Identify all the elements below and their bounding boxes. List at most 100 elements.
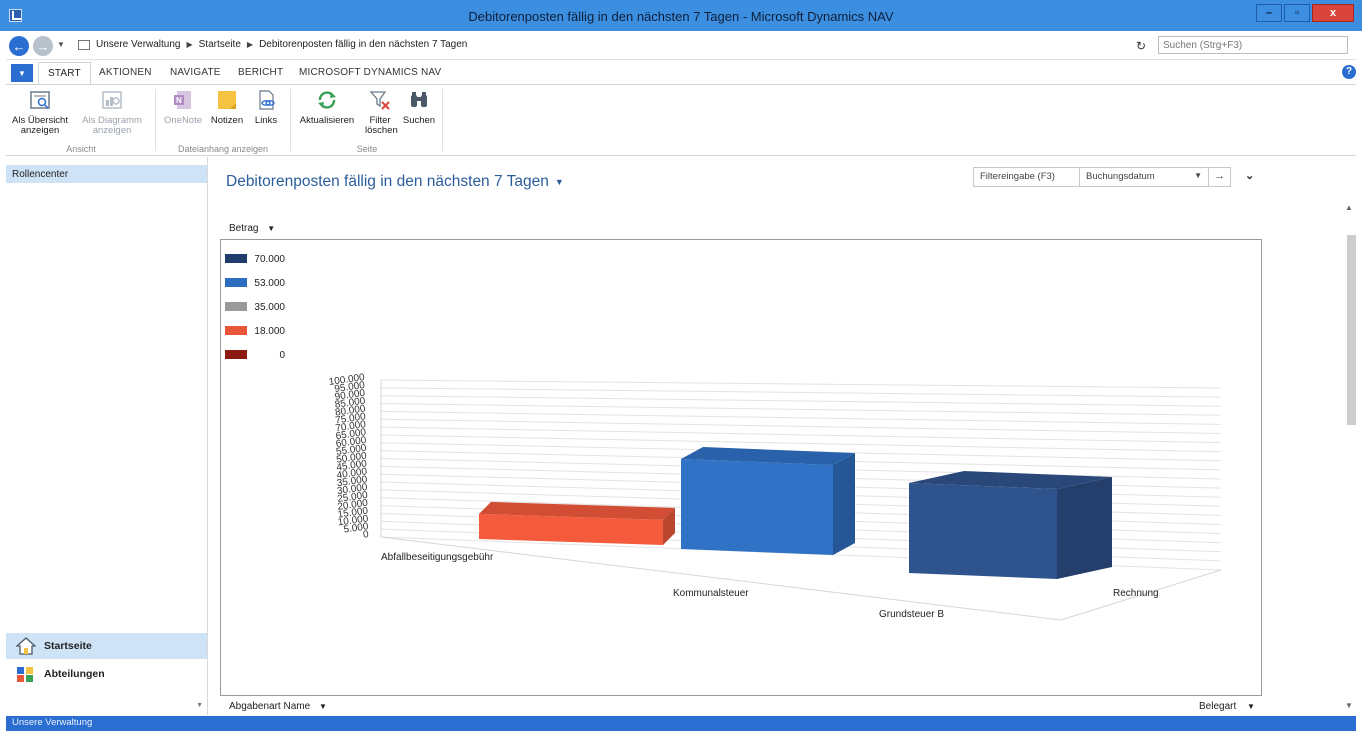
category-label: Grundsteuer B (879, 609, 944, 620)
measure-label: Betrag (229, 223, 259, 234)
category-label: Kommunalsteuer (673, 588, 749, 599)
measure-selector[interactable]: Betrag ▼ (229, 223, 275, 234)
back-arrow-icon[interactable]: ← (9, 36, 29, 56)
x-axis-field-selector[interactable]: Abgabenart Name ▼ (229, 701, 327, 712)
scroll-down-icon[interactable]: ▼ (1345, 701, 1353, 710)
navigation-pane: Rollencenter Startseite Abteilungen ▼ (6, 157, 208, 715)
history-dropdown-icon[interactable]: ▼ (57, 40, 65, 49)
chevron-down-icon[interactable]: ▼ (196, 702, 203, 709)
onenote-button[interactable]: N OneNote (160, 89, 206, 126)
clear-filter-button[interactable]: Filter löschen (360, 89, 400, 136)
scroll-up-icon[interactable]: ▲ (1345, 203, 1353, 212)
show-as-chart-button[interactable]: Als Diagramm anzeigen (74, 89, 150, 136)
breadcrumb-item[interactable]: Startseite (199, 39, 241, 50)
tab-aktionen[interactable]: AKTIONEN (90, 65, 161, 80)
gridline (380, 379, 1222, 389)
svg-text:N: N (176, 96, 182, 105)
search-label: Suchen (402, 115, 436, 126)
collapse-chevron-icon[interactable]: ⌄ (1245, 169, 1254, 182)
group-separator (290, 89, 291, 151)
tab-start[interactable]: START (38, 62, 91, 85)
refresh-icon[interactable]: ↻ (1136, 39, 1146, 53)
page-title-text: Debitorenposten fällig in den nächsten 7… (226, 173, 549, 190)
show-as-chart-label: Als Diagramm anzeigen (82, 115, 142, 136)
caret-down-icon: ▼ (554, 176, 564, 187)
gridline (380, 418, 1222, 434)
notes-label: Notizen (210, 115, 244, 126)
group-label-dateianhang: Dateianhang anzeigen (177, 144, 269, 154)
legend-label: 18.000 (254, 326, 285, 337)
filter-field-select[interactable]: Buchungsdatum ▼ (1080, 168, 1208, 186)
departments-icon (16, 665, 36, 683)
bar-side (833, 453, 855, 555)
scrollbar-thumb[interactable] (1347, 235, 1356, 425)
links-button[interactable]: Links (249, 89, 283, 126)
filter-bar: Filtereingabe (F3) Buchungsdatum ▼ → (973, 167, 1231, 187)
show-as-list-label: Als Übersicht anzeigen (12, 115, 68, 136)
breadcrumb: Unsere Verwaltung ▶ Startseite ▶ Debitor… (78, 39, 467, 50)
group-label-ansicht: Ansicht (66, 144, 96, 154)
vertical-scrollbar[interactable]: ▲ ▼ (1345, 203, 1356, 715)
nav-item-rolecenter[interactable]: Rollencenter (6, 165, 207, 183)
dropdown-arrow-icon: ▼ (267, 224, 276, 233)
search-button[interactable]: Suchen (401, 89, 437, 126)
series-field-selector[interactable]: Belegart ▼ (1199, 701, 1255, 712)
legend-swatch (225, 302, 247, 311)
nav-item-abteilungen[interactable]: Abteilungen (6, 661, 207, 687)
gridline (380, 387, 1222, 398)
x-axis-field-label: Abgabenart Name (229, 701, 311, 712)
minimize-button[interactable]: – (1256, 4, 1282, 22)
legend-swatch (225, 326, 247, 335)
filter-field-value: Buchungsdatum (1086, 171, 1155, 182)
legend-label: 70.000 (254, 254, 285, 265)
group-separator (442, 89, 443, 151)
refresh-button[interactable]: Aktualisieren (296, 89, 358, 126)
series-field-label: Belegart (1199, 701, 1237, 712)
chart-svg: 70.00053.00035.00018.0000100.00095.00090… (225, 254, 1222, 621)
tab-navigate[interactable]: NAVIGATE (161, 65, 230, 80)
dropdown-arrow-icon: ▼ (1247, 702, 1255, 711)
list-view-icon (29, 89, 51, 111)
breadcrumb-item[interactable]: Unsere Verwaltung (96, 39, 181, 50)
nav-item-startseite[interactable]: Startseite (6, 633, 207, 659)
arrow-right-icon[interactable]: → (1208, 168, 1230, 186)
refresh-arrows-icon (316, 89, 338, 111)
gridline (380, 395, 1222, 407)
ribbon-menu-button[interactable]: ▼ (11, 64, 33, 82)
refresh-label: Aktualisieren (299, 115, 355, 126)
group-separator (155, 89, 156, 151)
legend-swatch (225, 350, 247, 359)
status-bar: Unsere Verwaltung (6, 716, 1356, 731)
gridline (380, 426, 1222, 444)
links-label: Links (254, 115, 278, 126)
window-controls: – ▫ x (1256, 4, 1354, 22)
close-button[interactable]: x (1312, 4, 1354, 22)
forward-arrow-icon[interactable]: → (33, 36, 53, 56)
chart-frame: 70.000 53.000 35.000 18.000 0 100.000 95.000 90… (220, 239, 1262, 696)
help-icon[interactable]: ? (1342, 65, 1356, 79)
document-link-icon (255, 89, 277, 111)
search-input[interactable] (1158, 36, 1348, 54)
dropdown-arrow-icon: ▼ (318, 702, 327, 711)
legend-swatch (225, 254, 247, 263)
chevron-right-icon: ▶ (186, 40, 193, 49)
chevron-right-icon: ▶ (246, 40, 254, 49)
filter-input[interactable]: Filtereingabe (F3) (974, 168, 1080, 186)
page-title[interactable]: Debitorenposten fällig in den nächsten 7… (226, 173, 564, 191)
tab-bericht[interactable]: BERICHT (229, 65, 292, 80)
nav-home-label: Startseite (44, 640, 92, 652)
house-icon (15, 637, 37, 655)
bar-front (909, 483, 1057, 579)
breadcrumb-item[interactable]: Debitorenposten fällig in den nächsten 7… (259, 39, 467, 50)
restore-button[interactable]: ▫ (1284, 4, 1310, 22)
onenote-icon: N (172, 89, 194, 111)
title-bar: Debitorenposten fällig in den nächsten 7… (0, 0, 1362, 31)
sticky-note-icon (216, 89, 238, 111)
notes-button[interactable]: Notizen (208, 89, 246, 126)
ribbon-tabs: ▼ START AKTIONEN NAVIGATE BERICHT MICROS… (6, 62, 1356, 85)
series-label: Rechnung (1113, 588, 1159, 599)
window-icon (78, 39, 90, 50)
show-as-list-button[interactable]: Als Übersicht anzeigen (10, 89, 70, 136)
clear-filter-label: Filter löschen (365, 115, 398, 136)
tab-microsoft-dynamics-nav[interactable]: MICROSOFT DYNAMICS NAV (290, 65, 450, 80)
